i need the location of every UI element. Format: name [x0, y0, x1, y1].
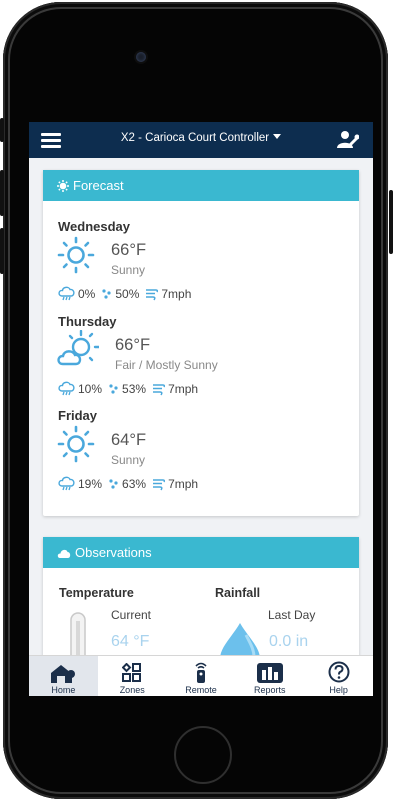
rainfall-label: Rainfall: [215, 586, 261, 600]
observations-header: Observations: [43, 537, 359, 568]
wind-icon: [145, 287, 159, 301]
wind-icon: [152, 477, 166, 491]
day-temperature: 66°F: [115, 336, 151, 354]
humidity-value: 50%: [115, 286, 140, 301]
forecast-header: Forecast: [43, 170, 359, 201]
volume-up-button: [0, 170, 4, 216]
bottom-tab-bar: Home Zones Remote Reports Help: [29, 655, 373, 696]
power-button: [389, 190, 393, 254]
tab-label: Home: [51, 685, 76, 695]
sun-icon: [57, 236, 95, 279]
wind-speed: 7mph: [161, 286, 192, 301]
sun-icon: [57, 425, 95, 468]
tab-remote[interactable]: Remote: [167, 656, 236, 696]
front-camera: [136, 52, 146, 62]
rain-chance: 19%: [78, 476, 103, 491]
app-screen: X2 - Carioca Court Controller Forecast W…: [29, 122, 373, 696]
caret-down-icon: [273, 134, 282, 139]
day-name: Friday: [58, 408, 98, 423]
rainfall-value: 0.0 in: [269, 633, 309, 650]
day-temperature: 66°F: [111, 241, 147, 259]
day-condition: Sunny: [111, 263, 146, 277]
day-name: Wednesday: [58, 219, 131, 234]
wind-icon: [152, 382, 166, 396]
forecast-title: Forecast: [73, 178, 124, 193]
observations-title: Observations: [75, 545, 152, 560]
partly-cloudy-icon: [55, 329, 101, 375]
help-icon: [328, 661, 350, 683]
day-condition: Fair / Mostly Sunny: [115, 358, 218, 372]
tab-label: Help: [329, 685, 348, 695]
mute-switch: [0, 118, 4, 142]
cloud-header-icon: [57, 548, 71, 558]
rain-cloud-icon: [58, 381, 76, 396]
tab-reports[interactable]: Reports: [235, 656, 304, 696]
rain-chance: 10%: [78, 381, 103, 396]
day-stats: 0% 50% 7mph: [58, 286, 191, 301]
rain-chance: 0%: [78, 286, 96, 301]
humidity-icon: [108, 478, 120, 490]
controller-selector[interactable]: X2 - Carioca Court Controller: [29, 132, 373, 144]
sun-header-icon: [57, 179, 69, 192]
wind-speed: 7mph: [168, 381, 199, 396]
day-name: Thursday: [58, 314, 117, 329]
humidity-icon: [108, 383, 120, 395]
forecast-card: Forecast Wednesday 66°F Sunny 0% 50% 7mp…: [43, 170, 359, 516]
humidity-value: 63%: [122, 476, 147, 491]
zones-icon: [122, 663, 142, 682]
day-condition: Sunny: [111, 453, 146, 467]
day-stats: 19% 63% 7mph: [58, 476, 198, 491]
home-hardware-button[interactable]: [174, 726, 232, 784]
remote-icon: [195, 662, 207, 683]
tab-home[interactable]: Home: [29, 656, 98, 696]
rain-cloud-icon: [58, 286, 76, 301]
rain-cloud-icon: [58, 476, 76, 491]
reports-icon: [256, 663, 283, 683]
temperature-sub: Current: [111, 608, 152, 622]
volume-down-button: [0, 228, 4, 274]
tab-help[interactable]: Help: [304, 656, 373, 696]
tab-label: Reports: [254, 685, 286, 695]
tab-zones[interactable]: Zones: [98, 656, 167, 696]
day-stats: 10% 53% 7mph: [58, 381, 198, 396]
tab-label: Zones: [119, 685, 145, 695]
controller-title: X2 - Carioca Court Controller: [120, 132, 270, 144]
temperature-value: 64 °F: [111, 633, 150, 650]
user-settings-icon[interactable]: [337, 130, 360, 150]
tab-label: Remote: [185, 685, 217, 695]
day-temperature: 64°F: [111, 431, 147, 449]
rainfall-sub: Last Day: [268, 608, 316, 622]
temperature-label: Temperature: [59, 586, 134, 600]
wind-speed: 7mph: [168, 476, 199, 491]
humidity-icon: [101, 288, 113, 300]
humidity-value: 53%: [122, 381, 147, 396]
home-icon: [51, 665, 76, 683]
top-nav-bar: X2 - Carioca Court Controller: [29, 122, 373, 158]
